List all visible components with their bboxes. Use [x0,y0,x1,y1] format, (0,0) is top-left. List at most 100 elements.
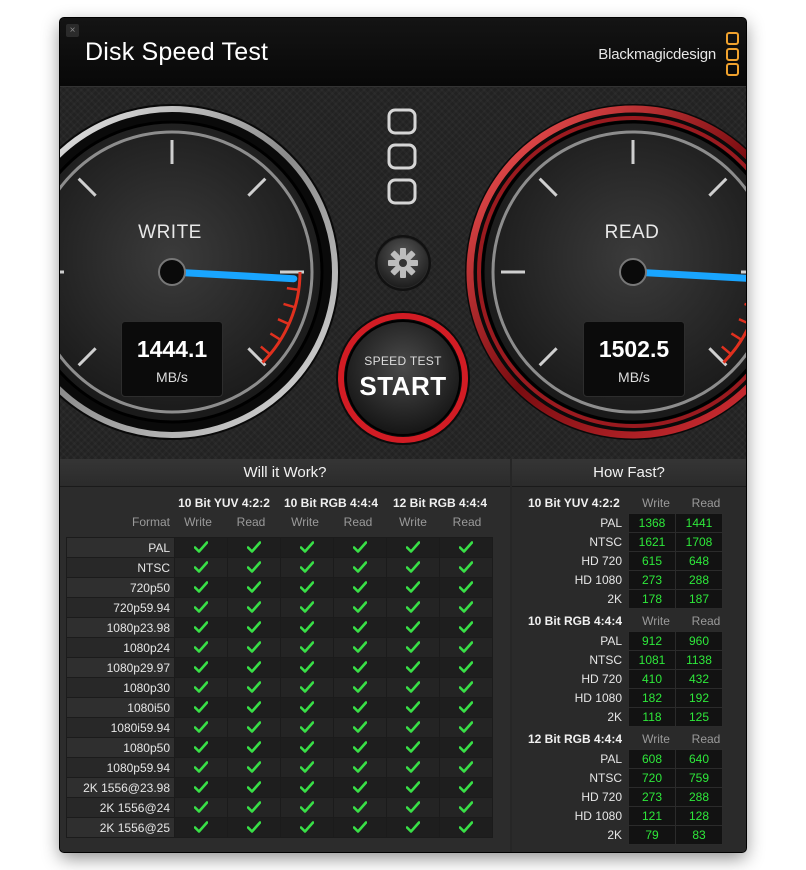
check-cell [439,817,493,838]
center-logo-icon [387,108,417,205]
check-icon [406,719,420,736]
check-icon [353,759,367,776]
check-cell [280,657,334,678]
compatibility-row: PAL [66,537,493,558]
check-cell [386,537,440,558]
write-speed: 1368 [628,513,676,533]
how-fast-row: PAL 1368 1441 [518,513,723,533]
check-cell [333,757,387,778]
check-cell [280,817,334,838]
read-speed: 128 [675,806,723,826]
how-fast-row: HD 720 410 432 [518,669,723,689]
format-name: 1080i50 [66,697,175,718]
check-cell [386,697,440,718]
check-icon [459,599,473,616]
check-icon [459,739,473,756]
ww-format-header: Format [131,515,170,529]
check-icon [194,539,208,556]
check-cell [280,717,334,738]
check-cell [386,777,440,798]
start-button[interactable]: SPEED TEST START [339,314,467,442]
check-cell [386,757,440,778]
check-cell [439,617,493,638]
check-icon [247,619,261,636]
check-icon [353,639,367,656]
check-cell [333,537,387,558]
check-cell [439,737,493,758]
format-name: 720p50 [66,577,175,598]
check-icon [459,579,473,596]
check-cell [333,817,387,838]
check-icon [459,659,473,676]
read-speed: 288 [675,787,723,807]
format-name: 1080p29.97 [66,657,175,678]
check-cell [386,557,440,578]
check-icon [459,819,473,836]
read-speed: 1138 [675,650,723,670]
read-speed: 648 [675,551,723,571]
write-speed: 79 [628,825,676,845]
check-cell [439,717,493,738]
check-cell [227,617,281,638]
check-cell [280,637,334,658]
check-icon [300,599,314,616]
check-icon [353,539,367,556]
read-speed: 125 [675,707,723,727]
check-cell [174,617,228,638]
check-cell [174,657,228,678]
how-fast-title: How Fast? [512,459,746,487]
write-speed: 1081 [628,650,676,670]
check-icon [300,619,314,636]
how-fast-read-header: Read [691,732,721,746]
how-fast-table: PAL 608 640 NTSC 720 759 HD 720 273 288 HD 1080 12… [518,749,723,845]
check-icon [247,719,261,736]
compatibility-row: 1080p30 [66,677,493,698]
check-icon [459,559,473,576]
format-name: 2K 1556@23.98 [66,777,175,798]
check-cell [439,657,493,678]
check-icon [194,559,208,576]
check-cell [386,577,440,598]
ww-write-header: Write [291,515,319,529]
compatibility-row: 1080p59.94 [66,757,493,778]
check-icon [459,799,473,816]
check-cell [227,557,281,578]
format-name: 1080p24 [66,637,175,658]
check-icon [353,799,367,816]
check-cell [439,697,493,718]
will-it-work-title: Will it Work? [60,459,510,487]
check-icon [459,699,473,716]
check-icon [459,719,473,736]
check-icon [194,699,208,716]
start-button-small-label: SPEED TEST [364,354,442,368]
check-cell [280,737,334,758]
check-cell [227,717,281,738]
check-cell [227,677,281,698]
check-icon [194,639,208,656]
check-cell [227,637,281,658]
check-icon [300,639,314,656]
format-name: HD 1080 [574,809,622,823]
format-name: NTSC [589,653,622,667]
check-cell [227,797,281,818]
how-fast-row: NTSC 720 759 [518,768,723,788]
write-speed: 273 [628,570,676,590]
check-cell [174,597,228,618]
gear-icon[interactable] [375,235,431,291]
check-cell [280,617,334,638]
format-name: 2K 1556@24 [66,797,175,818]
check-cell [280,557,334,578]
ww-group-header: 10 Bit YUV 4:2:2 [178,496,270,510]
check-icon [406,559,420,576]
ww-write-header: Write [399,515,427,529]
format-name: HD 720 [581,790,622,804]
write-speed-unit: MB/s [156,369,188,385]
check-icon [459,679,473,696]
check-cell [439,577,493,598]
how-fast-row: HD 720 615 648 [518,551,723,571]
how-fast-group-title: 12 Bit RGB 4:4:4 [528,732,623,746]
check-icon [247,699,261,716]
check-icon [406,779,420,796]
how-fast-row: PAL 608 640 [518,749,723,769]
read-speed: 759 [675,768,723,788]
